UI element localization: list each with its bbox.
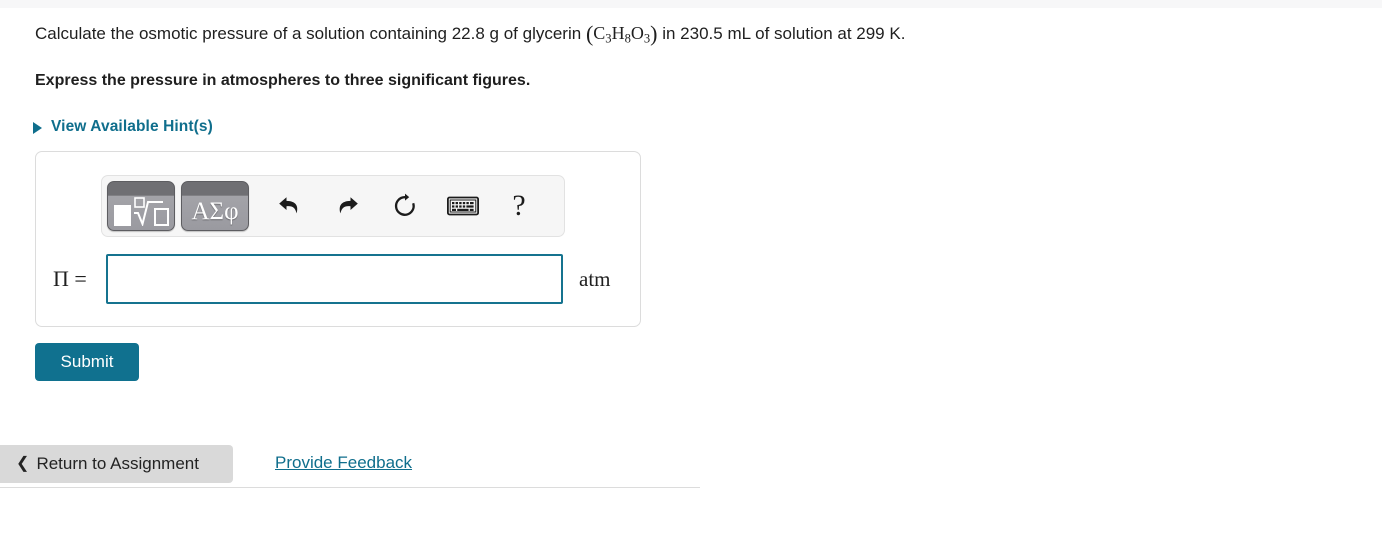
return-to-assignment-label: Return to Assignment [36,454,199,473]
keyboard-icon [447,196,479,216]
square-root-template-icon [112,196,170,226]
math-toolbar: ΑΣφ ? [101,175,565,237]
answer-card: ΑΣφ ? Π = atm [35,151,641,327]
instruction-text: Express the pressure in atmospheres to t… [35,72,531,89]
question-text-before: Calculate the osmotic pressure of a solu… [35,24,586,43]
reset-icon [394,193,415,216]
greek-symbols-label: ΑΣφ [191,198,239,225]
submit-button[interactable]: Submit [35,343,139,381]
formula-element-2: O [630,23,644,43]
formula-element-0: C [593,23,606,43]
return-to-assignment-button[interactable]: ❮ Return to Assignment [0,445,233,483]
unit-label: atm [579,266,611,291]
top-strip [0,0,1382,8]
formula-close-paren: ) [650,20,658,46]
view-hints-label: View Available Hint(s) [51,118,213,135]
math-template-button[interactable] [107,181,175,231]
triangle-right-icon [33,121,42,134]
reset-button[interactable] [382,181,428,231]
undo-button[interactable] [266,181,312,231]
chemical-formula: C3H8O3 [593,23,650,46]
undo-icon [278,197,297,214]
answer-input-row: Π = atm [51,254,611,304]
greek-symbols-button[interactable]: ΑΣφ [181,181,249,231]
question-text: Calculate the osmotic pressure of a solu… [35,22,905,50]
keyboard-button[interactable] [440,181,486,231]
redo-icon [339,197,358,214]
provide-feedback-link[interactable]: Provide Feedback [275,453,412,473]
view-hints-toggle[interactable]: View Available Hint(s) [33,118,213,136]
help-icon: ? [512,189,526,222]
footer-divider [0,487,700,488]
answer-input[interactable] [106,254,563,304]
formula-element-1: H [611,23,625,43]
question-text-after: in 230.5 mL of solution at 299 K. [657,24,906,43]
help-button[interactable]: ? [496,181,542,231]
redo-button[interactable] [324,181,370,231]
variable-label: Π = [53,266,87,291]
chevron-left-icon: ❮ [16,454,30,472]
